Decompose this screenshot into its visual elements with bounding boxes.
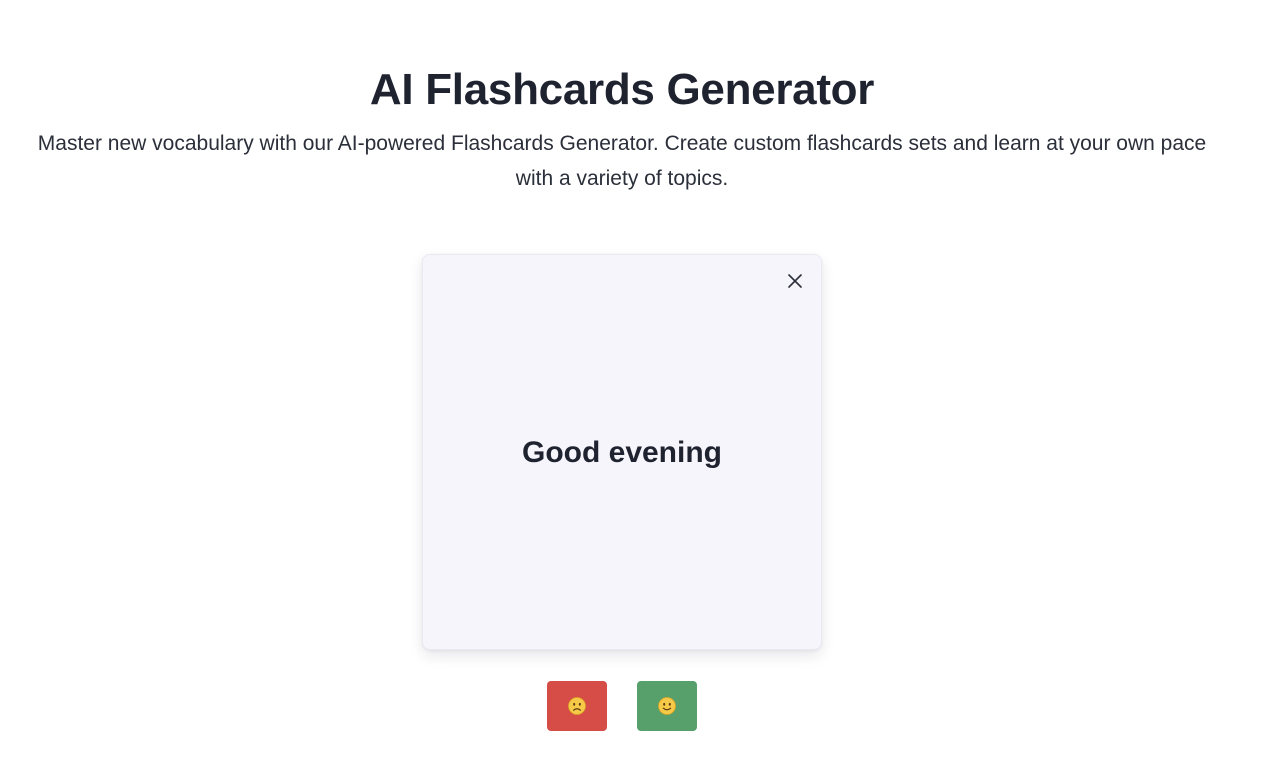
page-subtitle: Master new vocabulary with our AI-powere… xyxy=(37,132,1207,190)
dont-know-button[interactable] xyxy=(547,681,607,731)
flashcard-word: Good evening xyxy=(521,436,722,469)
frowning-face-icon xyxy=(568,697,586,715)
page-title: AI Flashcards Generator xyxy=(369,65,875,114)
know-button[interactable] xyxy=(637,681,697,731)
close-button[interactable] xyxy=(783,269,807,293)
close-icon xyxy=(788,274,802,288)
flashcard[interactable]: Good evening xyxy=(422,254,822,650)
page: AI Flashcards Generator Master new vocab… xyxy=(0,0,1270,760)
smiling-face-icon xyxy=(658,697,676,715)
